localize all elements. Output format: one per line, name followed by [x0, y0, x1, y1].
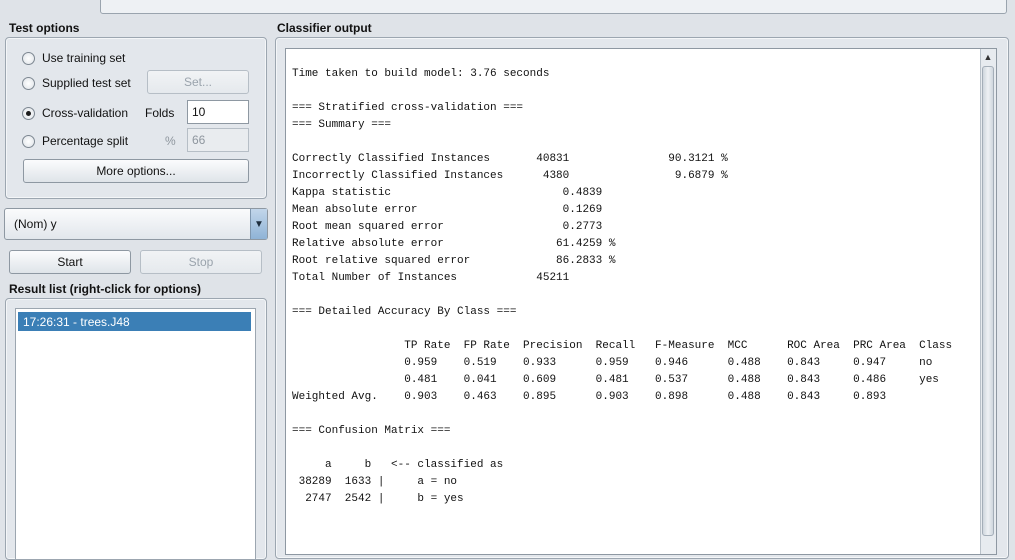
set-button[interactable]: Set...	[147, 70, 249, 94]
start-button[interactable]: Start	[9, 250, 131, 274]
supplied-test-set-radio[interactable]	[22, 76, 35, 90]
scroll-up-arrow-icon[interactable]: ▲	[981, 49, 995, 65]
percent-sign: %	[165, 134, 176, 148]
folds-input[interactable]: 10	[187, 100, 249, 124]
percentage-split-option[interactable]: Percentage split	[22, 132, 128, 150]
stop-button[interactable]: Stop	[140, 250, 262, 274]
result-list-title: Result list (right-click for options)	[9, 282, 202, 296]
cross-validation-radio[interactable]	[22, 106, 35, 120]
test-options-title: Test options	[9, 21, 80, 35]
percentage-input[interactable]: 66	[187, 128, 249, 152]
top-strip	[0, 0, 1015, 15]
classifier-output-area[interactable]: Time taken to build model: 3.76 seconds …	[285, 48, 997, 555]
supplied-test-set-label: Supplied test set	[42, 76, 131, 90]
use-training-set-radio[interactable]	[22, 51, 35, 65]
classifier-output-text[interactable]: Time taken to build model: 3.76 seconds …	[292, 66, 952, 508]
scrollbar-thumb[interactable]	[982, 66, 994, 536]
supplied-test-set-option[interactable]: Supplied test set	[22, 74, 131, 92]
percentage-split-radio[interactable]	[22, 134, 35, 148]
result-list[interactable]: 17:26:31 - trees.J48	[15, 308, 256, 560]
cross-validation-label: Cross-validation	[42, 106, 129, 120]
class-attribute-combo[interactable]: (Nom) y ▼	[4, 208, 268, 240]
folds-label: Folds	[145, 106, 175, 120]
top-field-edge	[100, 0, 1007, 14]
vertical-scrollbar[interactable]: ▲	[980, 49, 996, 554]
use-training-set-label: Use training set	[42, 51, 126, 65]
use-training-set-option[interactable]: Use training set	[22, 49, 125, 67]
more-options-button[interactable]: More options...	[23, 159, 249, 183]
cross-validation-option[interactable]: Cross-validation	[22, 104, 128, 122]
chevron-down-icon[interactable]: ▼	[250, 209, 267, 239]
result-list-item[interactable]: 17:26:31 - trees.J48	[18, 312, 251, 331]
percentage-split-label: Percentage split	[42, 134, 129, 148]
classifier-output-title: Classifier output	[277, 21, 372, 35]
class-attribute-value: (Nom) y	[14, 217, 57, 231]
